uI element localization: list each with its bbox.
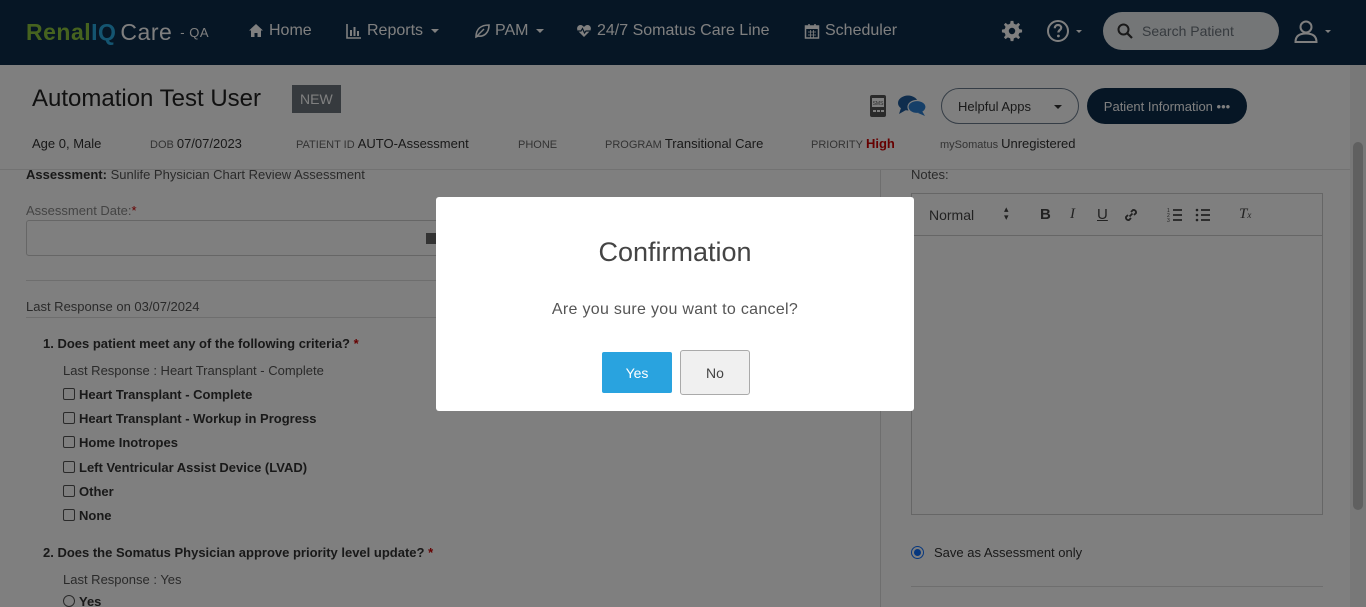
- yes-button[interactable]: Yes: [602, 352, 672, 393]
- dialog-title: Confirmation: [598, 237, 752, 267]
- dialog-message: Are you sure you want to cancel?: [551, 301, 799, 318]
- modal-backdrop[interactable]: Confirmation Are you sure you want to ca…: [0, 0, 1366, 607]
- confirmation-dialog: Confirmation Are you sure you want to ca…: [436, 197, 914, 411]
- no-button[interactable]: No: [680, 350, 750, 395]
